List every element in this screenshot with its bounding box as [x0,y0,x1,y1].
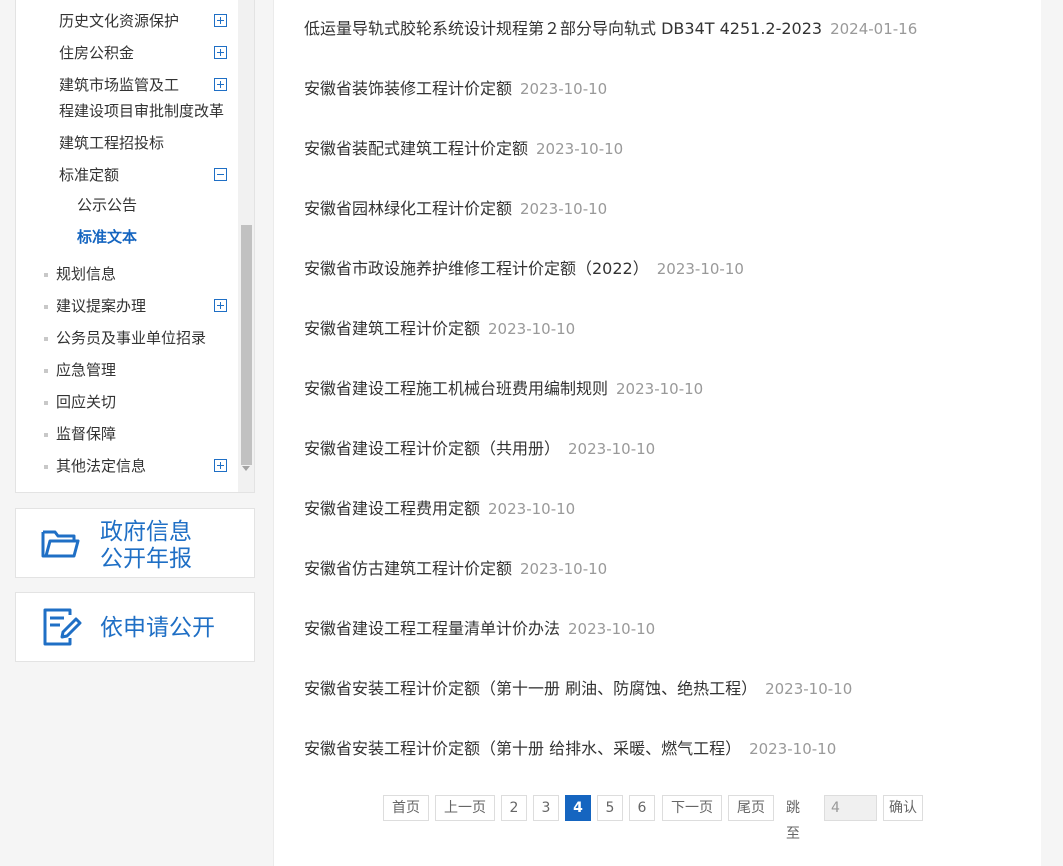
document-title[interactable]: 安徽省市政设施养护维修工程计价定额（2022） [304,259,649,278]
sidebar-item-emergency[interactable]: 应急管理 [56,359,116,381]
sidebar-item-construction-market[interactable]: 建筑市场监管及工 [59,74,179,96]
document-title[interactable]: 安徽省装配式建筑工程计价定额 [304,139,528,158]
sidebar-item-proposals[interactable]: 建议提案办理 [56,295,146,317]
document-title[interactable]: 低运量导轨式胶轮系统设计规程第２部分导向轨式 DB34T 4251.2-2023 [304,19,822,38]
expand-icon[interactable] [214,78,227,91]
document-date: 2023-10-10 [520,560,608,578]
list-item[interactable]: 安徽省建筑工程计价定额 2023-10-10 [304,318,575,340]
document-date: 2023-10-10 [520,80,608,98]
sidebar-item-supervision[interactable]: 监督保障 [56,423,116,445]
edit-document-icon [43,608,82,646]
list-item[interactable]: 安徽省仿古建筑工程计价定额 2023-10-10 [304,558,607,580]
next-page-button[interactable]: 下一页 [662,795,722,821]
last-page-button[interactable]: 尾页 [728,795,774,821]
expand-icon[interactable] [214,459,227,472]
sidebar-item-response[interactable]: 回应关切 [56,391,116,413]
first-page-button[interactable]: 首页 [383,795,429,821]
prev-page-button[interactable]: 上一页 [435,795,495,821]
list-item[interactable]: 安徽省建设工程施工机械台班费用编制规则 2023-10-10 [304,378,703,400]
sidebar-item-construction-market-cont[interactable]: 程建设项目审批制度改革 [59,100,224,122]
document-title[interactable]: 安徽省建设工程费用定额 [304,499,480,518]
document-date: 2023-10-10 [568,440,656,458]
collapse-icon[interactable] [214,168,227,181]
folder-icon [41,530,80,558]
annual-report-line1: 政府信息 [100,519,192,545]
page-button-3[interactable]: 3 [533,795,559,821]
jump-label: 跳至 [786,800,800,842]
document-date: 2024-01-16 [830,20,918,38]
list-item[interactable]: 安徽省安装工程计价定额（第十册 给排水、采暖、燃气工程） 2023-10-10 [304,738,836,760]
document-date: 2023-10-10 [656,260,744,278]
annual-report-banner[interactable]: 政府信息 公开年报 [15,508,255,578]
bullet-icon [44,465,48,469]
expand-icon[interactable] [214,46,227,59]
sidebar-scrollbar[interactable] [238,0,254,492]
list-item[interactable]: 安徽省安装工程计价定额（第十一册 刷油、防腐蚀、绝热工程） 2023-10-10 [304,678,852,700]
list-item[interactable]: 安徽省园林绿化工程计价定额 2023-10-10 [304,198,607,220]
list-item[interactable]: 安徽省装配式建筑工程计价定额 2023-10-10 [304,138,623,160]
sidebar-item-history-culture[interactable]: 历史文化资源保护 [59,10,179,32]
sidebar-item-planning[interactable]: 规划信息 [56,263,116,285]
annual-report-line2: 公开年报 [100,546,192,572]
list-item[interactable]: 安徽省建设工程工程量清单计价办法 2023-10-10 [304,618,655,640]
page-button-6[interactable]: 6 [629,795,655,821]
page-button-4-current[interactable]: 4 [565,795,591,821]
bullet-icon [44,273,48,277]
document-title[interactable]: 安徽省建设工程工程量清单计价办法 [304,619,560,638]
confirm-jump-button[interactable]: 确认 [883,795,923,821]
apply-banner[interactable]: 依申请公开 [15,592,255,662]
bullet-icon [44,401,48,405]
document-date: 2023-10-10 [765,680,853,698]
bullet-icon [44,305,48,309]
document-date: 2023-10-10 [488,500,576,518]
sidebar-item-bidding[interactable]: 建筑工程招投标 [59,132,164,154]
sidebar-item-standard-quota[interactable]: 标准定额 [59,164,119,186]
document-list: 低运量导轨式胶轮系统设计规程第２部分导向轨式 DB34T 4251.2-2023… [273,0,1041,866]
document-date: 2023-10-10 [536,140,624,158]
expand-icon[interactable] [214,14,227,27]
list-item[interactable]: 安徽省装饰装修工程计价定额 2023-10-10 [304,78,607,100]
jump-page-input[interactable] [824,795,877,821]
document-title[interactable]: 安徽省安装工程计价定额（第十一册 刷油、防腐蚀、绝热工程） [304,679,757,698]
document-date: 2023-10-10 [488,320,576,338]
sidebar-item-announcement[interactable]: 公示公告 [77,194,137,216]
sidebar-item-other[interactable]: 其他法定信息 [56,455,146,477]
list-item[interactable]: 安徽省建设工程费用定额 2023-10-10 [304,498,575,520]
list-item[interactable]: 低运量导轨式胶轮系统设计规程第２部分导向轨式 DB34T 4251.2-2023… [304,18,917,40]
document-date: 2023-10-10 [568,620,656,638]
document-date: 2023-10-10 [520,200,608,218]
sidebar-tree: 历史文化资源保护 住房公积金 建筑市场监管及工 程建设项目审批制度改革 建筑工程… [15,0,255,493]
apply-label: 依申请公开 [100,615,215,641]
sidebar-item-standard-text[interactable]: 标准文本 [77,226,137,248]
document-title[interactable]: 安徽省仿古建筑工程计价定额 [304,559,512,578]
document-date: 2023-10-10 [749,740,837,758]
sidebar-item-recruitment[interactable]: 公务员及事业单位招录 [56,327,206,349]
scroll-down-icon[interactable] [242,466,250,471]
document-title[interactable]: 安徽省装饰装修工程计价定额 [304,79,512,98]
bullet-icon [44,337,48,341]
document-date: 2023-10-10 [616,380,704,398]
document-title[interactable]: 安徽省建设工程计价定额（共用册） [304,439,560,458]
bullet-icon [44,369,48,373]
page-button-5[interactable]: 5 [597,795,623,821]
list-item[interactable]: 安徽省市政设施养护维修工程计价定额（2022） 2023-10-10 [304,258,744,280]
document-title[interactable]: 安徽省安装工程计价定额（第十册 给排水、采暖、燃气工程） [304,739,741,758]
sidebar-item-housing-fund[interactable]: 住房公积金 [59,42,134,64]
bullet-icon [44,433,48,437]
page-scrollbar[interactable] [1041,0,1063,866]
document-title[interactable]: 安徽省建设工程施工机械台班费用编制规则 [304,379,608,398]
sidebar-scrollbar-thumb[interactable] [241,225,252,465]
document-title[interactable]: 安徽省建筑工程计价定额 [304,319,480,338]
list-item[interactable]: 安徽省建设工程计价定额（共用册） 2023-10-10 [304,438,655,460]
document-title[interactable]: 安徽省园林绿化工程计价定额 [304,199,512,218]
page-button-2[interactable]: 2 [501,795,527,821]
expand-icon[interactable] [214,299,227,312]
